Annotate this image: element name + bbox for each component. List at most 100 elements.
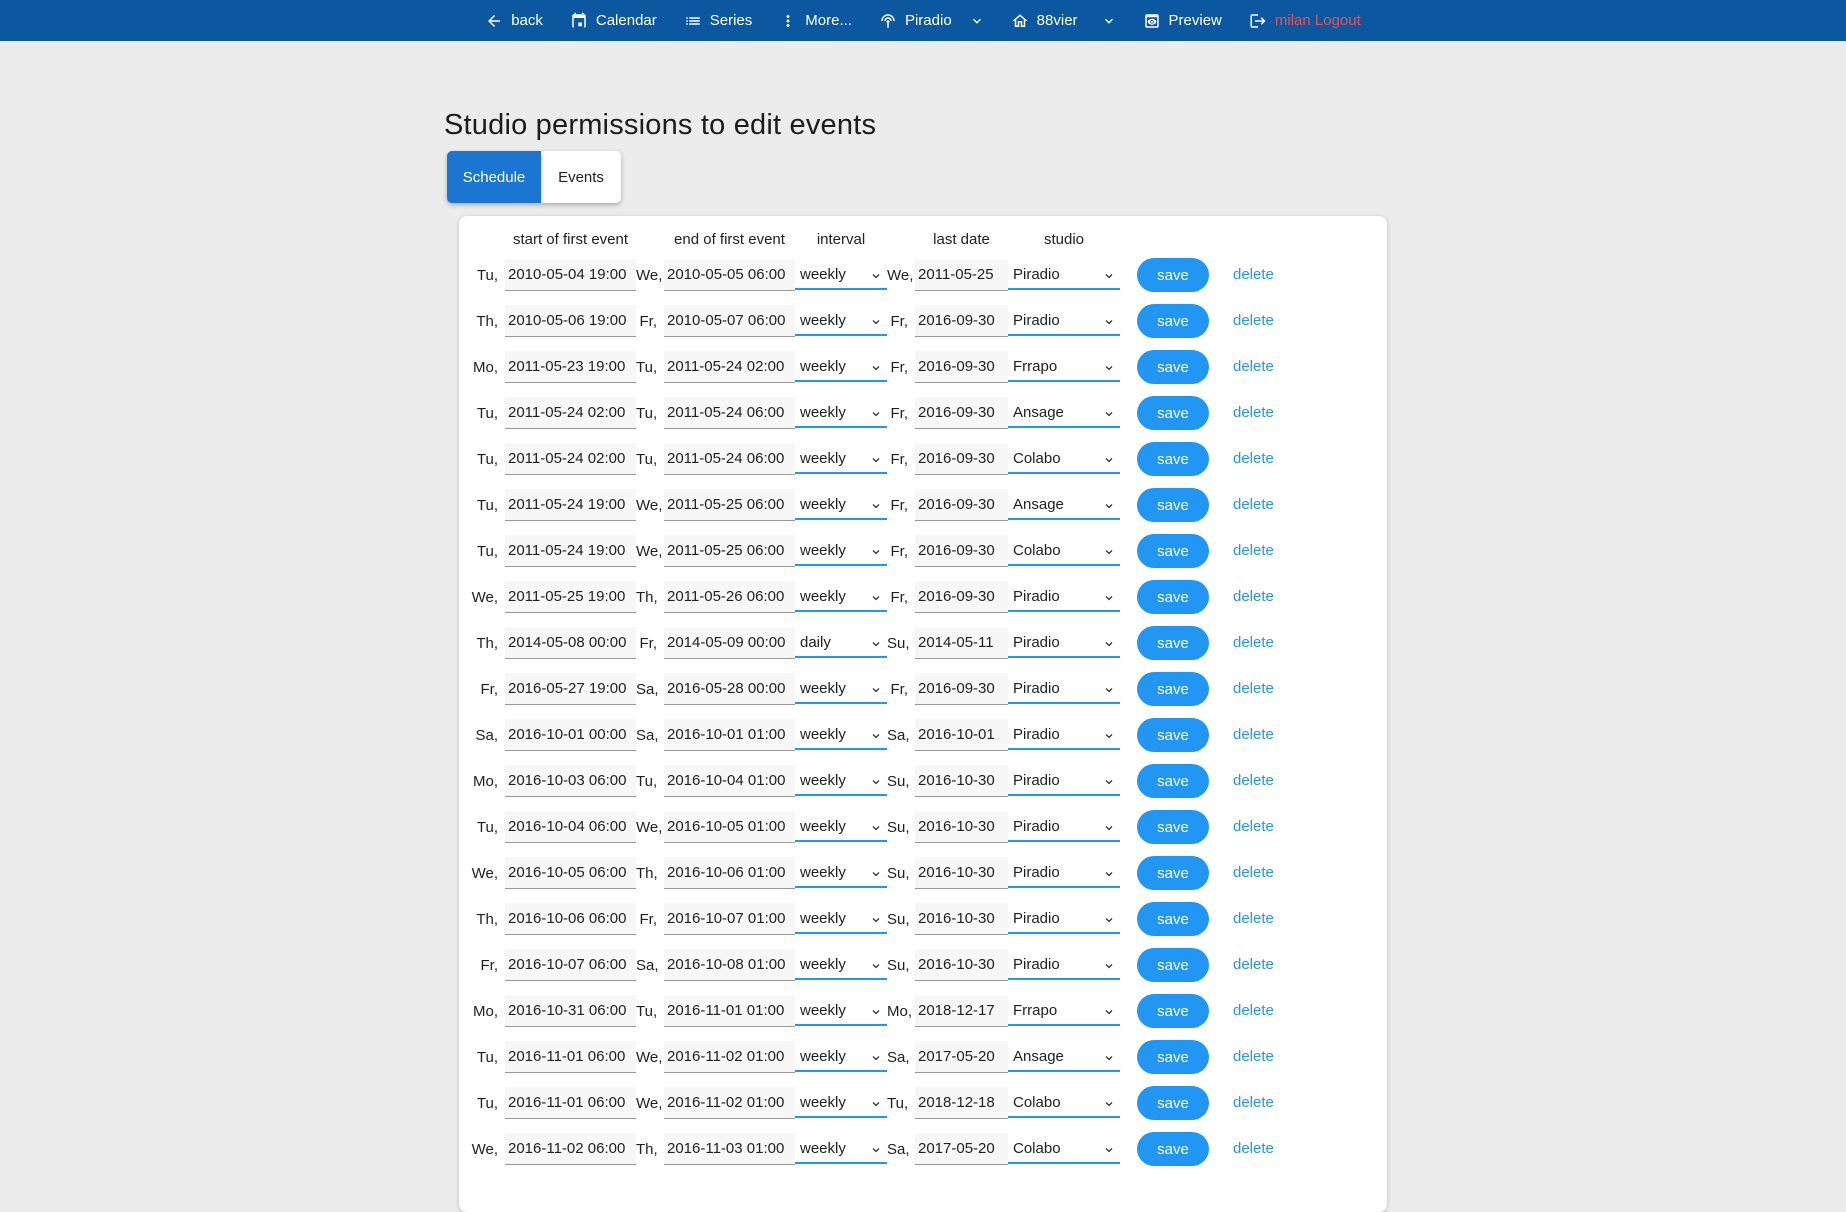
save-button[interactable]: save xyxy=(1137,764,1209,798)
interval-select[interactable]: weekly xyxy=(795,352,887,382)
delete-link[interactable]: delete xyxy=(1233,956,1274,973)
tab-schedule[interactable]: Schedule xyxy=(447,151,541,203)
studio-select[interactable]: Colabo xyxy=(1008,1088,1120,1118)
interval-select[interactable]: weekly xyxy=(795,490,887,520)
studio-select[interactable]: Ansage xyxy=(1008,1042,1120,1072)
delete-link[interactable]: delete xyxy=(1233,542,1274,559)
interval-select[interactable]: weekly xyxy=(795,1088,887,1118)
interval-select[interactable]: weekly xyxy=(795,536,887,566)
last-date-input[interactable] xyxy=(915,949,1008,981)
studio-select[interactable]: Piradio xyxy=(1008,720,1120,750)
chevron-down-icon[interactable] xyxy=(970,14,984,28)
studio-select[interactable]: Ansage xyxy=(1008,490,1120,520)
last-date-input[interactable] xyxy=(915,305,1008,337)
start-datetime-input[interactable] xyxy=(505,443,636,475)
end-datetime-input[interactable] xyxy=(664,351,795,383)
interval-select[interactable]: weekly xyxy=(795,858,887,888)
last-date-input[interactable] xyxy=(915,443,1008,475)
end-datetime-input[interactable] xyxy=(664,489,795,521)
nav-calendar[interactable]: Calendar xyxy=(570,12,657,30)
studio-select[interactable]: Piradio xyxy=(1008,858,1120,888)
start-datetime-input[interactable] xyxy=(505,351,636,383)
interval-select[interactable]: weekly xyxy=(795,582,887,612)
interval-select[interactable]: weekly xyxy=(795,996,887,1026)
interval-select[interactable]: weekly xyxy=(795,1042,887,1072)
save-button[interactable]: save xyxy=(1137,672,1209,706)
last-date-input[interactable] xyxy=(915,903,1008,935)
save-button[interactable]: save xyxy=(1137,304,1209,338)
delete-link[interactable]: delete xyxy=(1233,312,1274,329)
studio-select[interactable]: Colabo xyxy=(1008,1134,1120,1164)
start-datetime-input[interactable] xyxy=(505,397,636,429)
last-date-input[interactable] xyxy=(915,719,1008,751)
start-datetime-input[interactable] xyxy=(505,995,636,1027)
nav-piradio[interactable]: Piradio xyxy=(879,12,952,30)
last-date-input[interactable] xyxy=(915,489,1008,521)
delete-link[interactable]: delete xyxy=(1233,404,1274,421)
delete-link[interactable]: delete xyxy=(1233,1140,1274,1157)
end-datetime-input[interactable] xyxy=(664,397,795,429)
interval-select[interactable]: weekly xyxy=(795,720,887,750)
save-button[interactable]: save xyxy=(1137,810,1209,844)
interval-select[interactable]: weekly xyxy=(795,444,887,474)
nav-series[interactable]: Series xyxy=(684,12,753,30)
delete-link[interactable]: delete xyxy=(1233,910,1274,927)
nav-more[interactable]: More... xyxy=(779,12,852,30)
end-datetime-input[interactable] xyxy=(664,305,795,337)
last-date-input[interactable] xyxy=(915,1133,1008,1165)
nav-88vier[interactable]: 88vier xyxy=(1011,12,1078,30)
last-date-input[interactable] xyxy=(915,259,1008,291)
start-datetime-input[interactable] xyxy=(505,719,636,751)
end-datetime-input[interactable] xyxy=(664,1087,795,1119)
last-date-input[interactable] xyxy=(915,1087,1008,1119)
end-datetime-input[interactable] xyxy=(664,949,795,981)
save-button[interactable]: save xyxy=(1137,258,1209,292)
start-datetime-input[interactable] xyxy=(505,903,636,935)
start-datetime-input[interactable] xyxy=(505,949,636,981)
save-button[interactable]: save xyxy=(1137,718,1209,752)
delete-link[interactable]: delete xyxy=(1233,1094,1274,1111)
end-datetime-input[interactable] xyxy=(664,259,795,291)
studio-select[interactable]: Piradio xyxy=(1008,766,1120,796)
delete-link[interactable]: delete xyxy=(1233,634,1274,651)
end-datetime-input[interactable] xyxy=(664,857,795,889)
save-button[interactable]: save xyxy=(1137,948,1209,982)
delete-link[interactable]: delete xyxy=(1233,588,1274,605)
end-datetime-input[interactable] xyxy=(664,673,795,705)
studio-select[interactable]: Frrapo xyxy=(1008,352,1120,382)
start-datetime-input[interactable] xyxy=(505,489,636,521)
start-datetime-input[interactable] xyxy=(505,765,636,797)
nav-logout[interactable]: milan Logout xyxy=(1249,12,1361,30)
delete-link[interactable]: delete xyxy=(1233,864,1274,881)
interval-select[interactable]: weekly xyxy=(795,398,887,428)
end-datetime-input[interactable] xyxy=(664,719,795,751)
interval-select[interactable]: weekly xyxy=(795,812,887,842)
last-date-input[interactable] xyxy=(915,581,1008,613)
start-datetime-input[interactable] xyxy=(505,811,636,843)
interval-select[interactable]: weekly xyxy=(795,306,887,336)
delete-link[interactable]: delete xyxy=(1233,1048,1274,1065)
save-button[interactable]: save xyxy=(1137,994,1209,1028)
start-datetime-input[interactable] xyxy=(505,1041,636,1073)
interval-select[interactable]: weekly xyxy=(795,674,887,704)
studio-select[interactable]: Ansage xyxy=(1008,398,1120,428)
interval-select[interactable]: weekly xyxy=(795,766,887,796)
save-button[interactable]: save xyxy=(1137,396,1209,430)
interval-select[interactable]: weekly xyxy=(795,904,887,934)
start-datetime-input[interactable] xyxy=(505,673,636,705)
last-date-input[interactable] xyxy=(915,811,1008,843)
last-date-input[interactable] xyxy=(915,627,1008,659)
studio-select[interactable]: Piradio xyxy=(1008,950,1120,980)
delete-link[interactable]: delete xyxy=(1233,496,1274,513)
delete-link[interactable]: delete xyxy=(1233,358,1274,375)
start-datetime-input[interactable] xyxy=(505,1133,636,1165)
save-button[interactable]: save xyxy=(1137,1132,1209,1166)
chevron-down-icon[interactable] xyxy=(1102,14,1116,28)
last-date-input[interactable] xyxy=(915,535,1008,567)
studio-select[interactable]: Piradio xyxy=(1008,904,1120,934)
delete-link[interactable]: delete xyxy=(1233,726,1274,743)
nav-back[interactable]: back xyxy=(485,12,543,30)
end-datetime-input[interactable] xyxy=(664,535,795,567)
save-button[interactable]: save xyxy=(1137,488,1209,522)
studio-select[interactable]: Piradio xyxy=(1008,260,1120,290)
